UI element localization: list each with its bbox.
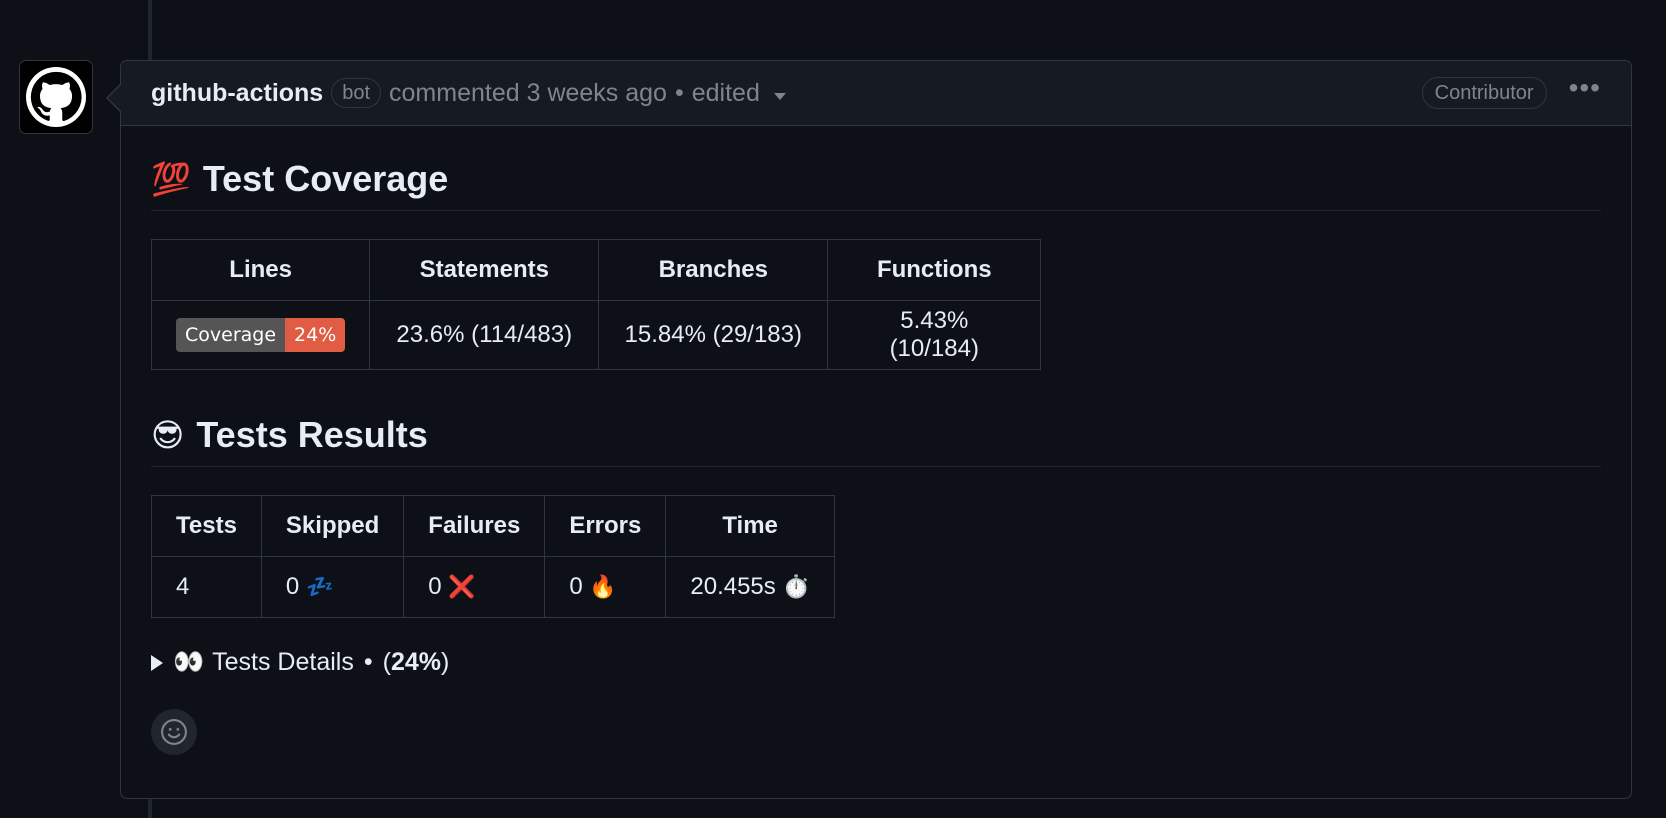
skipped-value: 0 — [285, 573, 300, 600]
add-reaction-button[interactable] — [151, 709, 197, 755]
badge-value: 24% — [285, 318, 346, 352]
col-functions: Functions — [827, 239, 1042, 301]
author-link[interactable]: github-actions — [151, 79, 323, 108]
failures-cell: 0 ❌ — [403, 556, 546, 618]
meta-separator: • — [674, 78, 684, 107]
coverage-heading: 💯 Test Coverage — [151, 158, 1601, 211]
lines-cell: Coverage 24% — [150, 300, 371, 370]
col-skipped: Skipped — [260, 495, 405, 557]
comment-pointer-fill — [108, 85, 121, 111]
col-tests: Tests — [151, 495, 262, 557]
details-open-paren: ( — [382, 648, 391, 676]
zzz-icon: 💤 — [305, 574, 334, 599]
comment-header: github-actions bot commented 3 weeks ago… — [121, 61, 1631, 126]
statements-cell: 23.6% (114/483) — [369, 300, 600, 370]
skipped-cell: 0 💤 — [260, 556, 405, 618]
time-value: 20.455s — [690, 573, 776, 600]
col-branches: Branches — [598, 239, 829, 301]
comment-body: 💯 Test Coverage Lines Statements Branche… — [121, 158, 1631, 755]
details-close-paren: ) — [441, 648, 450, 676]
chevron-down-icon[interactable] — [773, 92, 786, 100]
table-row: 4 0 💤 0 ❌ 0 🔥 20.455s ⏱️ — [151, 556, 835, 618]
tests-cell: 4 — [151, 556, 262, 618]
comment-timestamp[interactable]: commented 3 weeks ago — [389, 79, 667, 108]
table-row: Coverage 24% 23.6% (114/483) 15.84% (29/… — [150, 300, 1042, 370]
time-cell: 20.455s ⏱️ — [665, 556, 835, 618]
tests-heading-text: Tests Results — [196, 414, 428, 455]
badge-label: Coverage — [176, 318, 286, 352]
coverage-heading-text: Test Coverage — [202, 158, 449, 199]
coverage-badge: Coverage 24% — [176, 318, 346, 352]
col-lines: Lines — [150, 239, 371, 301]
disclosure-triangle-icon[interactable] — [151, 654, 163, 671]
col-errors: Errors — [544, 495, 667, 557]
col-failures: Failures — [403, 495, 546, 557]
fire-icon: 🔥 — [589, 574, 617, 599]
failures-value: 0 — [428, 573, 442, 600]
tests-heading: 😎 Tests Results — [151, 414, 1601, 467]
functions-cell: 5.43% (10/184) — [827, 300, 1042, 370]
table-header-row: Tests Skipped Failures Errors Time — [151, 495, 835, 557]
errors-value: 0 — [569, 573, 583, 600]
details-label: Tests Details — [212, 648, 354, 676]
github-octocat-icon — [26, 67, 86, 127]
tests-details-toggle[interactable]: 👀 Tests Details • (24%) — [151, 648, 1601, 677]
coverage-table: Lines Statements Branches Functions Cove… — [150, 239, 1042, 370]
eyes-icon: 👀 — [173, 648, 205, 676]
sunglasses-face-icon: 😎 — [151, 417, 185, 453]
cross-mark-icon: ❌ — [448, 574, 476, 599]
col-statements: Statements — [369, 239, 600, 301]
tests-table: Tests Skipped Failures Errors Time 4 0 💤… — [151, 495, 835, 618]
contributor-badge: Contributor — [1421, 77, 1547, 109]
details-percent: 24% — [390, 648, 441, 676]
details-separator: • — [363, 648, 373, 676]
col-time: Time — [665, 495, 835, 557]
comment-box: github-actions bot commented 3 weeks ago… — [120, 60, 1632, 799]
bot-label: bot — [331, 78, 382, 108]
hundred-points-icon: 💯 — [151, 161, 191, 197]
avatar[interactable] — [19, 60, 93, 134]
smiley-icon — [161, 719, 187, 745]
edited-dropdown[interactable]: edited — [692, 79, 760, 108]
errors-cell: 0 🔥 — [544, 556, 667, 618]
branches-cell: 15.84% (29/183) — [598, 300, 829, 370]
stopwatch-icon: ⏱️ — [782, 574, 810, 599]
table-header-row: Lines Statements Branches Functions — [150, 239, 1042, 301]
more-options-icon[interactable]: ••• — [1569, 74, 1601, 108]
